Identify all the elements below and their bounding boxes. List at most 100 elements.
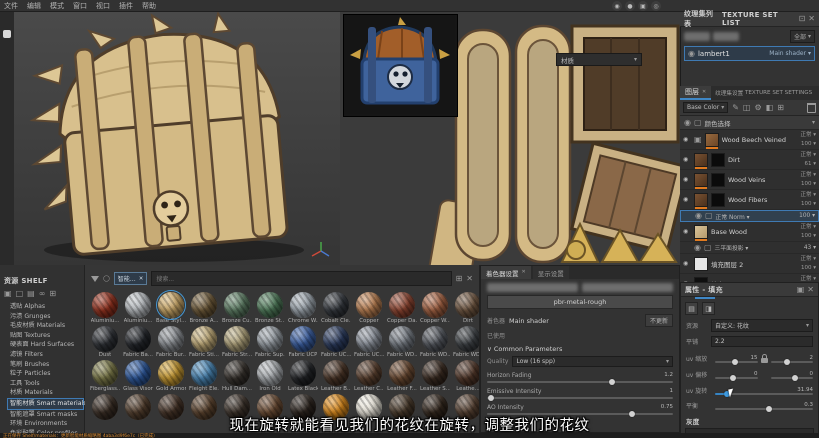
- opacity-value[interactable]: 100 ▾: [801, 233, 816, 239]
- eye-icon[interactable]: ◉: [683, 176, 691, 183]
- blurred-button[interactable]: [684, 32, 710, 41]
- video-icon[interactable]: ▣: [638, 1, 648, 11]
- uv-offset-slider-2[interactable]: [771, 377, 814, 379]
- notification-icon[interactable]: ◉: [612, 1, 622, 11]
- material-sphere[interactable]: [356, 360, 382, 386]
- material-sphere[interactable]: [422, 394, 448, 420]
- checkbox-icon[interactable]: ▢: [694, 119, 702, 127]
- material-item[interactable]: [421, 394, 449, 427]
- menu-item[interactable]: 模式: [50, 1, 64, 11]
- material-item[interactable]: [223, 394, 251, 427]
- channel-view-dropdown[interactable]: 材质 ▾: [556, 53, 642, 66]
- material-item[interactable]: [454, 394, 480, 427]
- resource-dropdown[interactable]: 自定义: 花纹 ▾: [711, 319, 813, 332]
- material-sphere[interactable]: [125, 326, 151, 352]
- layer-thumbnail[interactable]: [694, 153, 708, 167]
- material-item[interactable]: Aluminiu...: [91, 292, 119, 325]
- material-item[interactable]: [355, 394, 383, 427]
- close-icon[interactable]: ✕: [466, 275, 473, 283]
- snapshot-icon[interactable]: ◎: [651, 1, 661, 11]
- opacity-value[interactable]: 100 ▾: [801, 181, 816, 187]
- tab-layers[interactable]: 图层 ✕: [680, 86, 711, 100]
- close-icon[interactable]: ✕: [702, 90, 706, 95]
- layer-thumbnail[interactable]: [694, 225, 708, 239]
- link-icon[interactable]: ∞: [39, 289, 46, 298]
- layer-row[interactable]: ◉Wood Fibers正常 ▾100 ▾: [680, 190, 819, 210]
- sub-opacity[interactable]: 43 ▾: [804, 245, 816, 251]
- material-item[interactable]: [124, 394, 152, 427]
- shelf-category[interactable]: 环境 Environments: [10, 419, 84, 429]
- material-item[interactable]: Leather F...: [388, 360, 416, 393]
- material-sphere[interactable]: [125, 360, 151, 386]
- material-sphere[interactable]: [125, 394, 151, 420]
- layer-row[interactable]: ◉Dirt正常 ▾61 ▾: [680, 150, 819, 170]
- close-icon[interactable]: ✕: [522, 270, 526, 275]
- layer-thumbnail[interactable]: [705, 133, 719, 147]
- shelf-category[interactable]: 粒子 Particles: [10, 369, 84, 379]
- material-item[interactable]: Fabric UC...: [355, 326, 383, 359]
- material-sphere[interactable]: [323, 326, 349, 352]
- filter-funnel-icon[interactable]: [91, 276, 99, 282]
- material-item[interactable]: Aluminiu...: [124, 292, 152, 325]
- eye-icon[interactable]: ◉: [684, 119, 691, 127]
- tab-shader-settings[interactable]: 着色器设置 ✕: [481, 266, 531, 279]
- uv-scale-slider-1[interactable]: [715, 361, 758, 363]
- layer-row[interactable]: ◉Wood Veins正常 ▾100 ▾: [680, 170, 819, 190]
- layer-content-row[interactable]: ◉▢正常 Norm ▾100 ▾: [680, 210, 819, 222]
- material-sphere[interactable]: [323, 394, 349, 420]
- menu-item[interactable]: 帮助: [142, 1, 156, 11]
- material-sphere[interactable]: [389, 394, 415, 420]
- material-sphere[interactable]: [92, 292, 118, 318]
- shelf-category[interactable]: 智能材质 Smart materials: [7, 398, 84, 410]
- add-layer-icon[interactable]: ◫: [743, 104, 751, 112]
- material-item[interactable]: Fabric Sup...: [256, 326, 284, 359]
- material-sphere[interactable]: [422, 292, 448, 318]
- layer-group-row[interactable]: ◉▢颜色选择▾: [680, 116, 819, 130]
- blurred-button[interactable]: [713, 32, 739, 41]
- material-sphere[interactable]: [422, 360, 448, 386]
- material-item[interactable]: [289, 394, 317, 427]
- add-effect-icon[interactable]: ✎: [732, 104, 739, 112]
- sub-blend-mode[interactable]: 三平面投影 ▾: [715, 243, 749, 252]
- material-sphere[interactable]: [224, 360, 250, 386]
- material-item[interactable]: [256, 394, 284, 427]
- blurred-button[interactable]: [487, 283, 578, 292]
- material-sphere[interactable]: [290, 292, 316, 318]
- blurred-button[interactable]: [582, 283, 673, 292]
- layer-blend-opacity[interactable]: 正常 ▾100 ▾: [800, 131, 816, 148]
- material-sphere[interactable]: [356, 394, 382, 420]
- add-smart-material-icon[interactable]: ⚙: [754, 104, 761, 112]
- material-item[interactable]: Bronze Cu...: [223, 292, 251, 325]
- add-mask-icon[interactable]: ◧: [766, 104, 774, 112]
- uv-offset-slider-1[interactable]: [715, 377, 758, 379]
- shader-select-button[interactable]: pbr-metal-rough: [487, 295, 673, 309]
- opacity-value[interactable]: 100 ▾: [801, 141, 816, 147]
- material-item[interactable]: Chrome W...: [289, 292, 317, 325]
- trash-icon[interactable]: [807, 103, 816, 113]
- tiling-field[interactable]: 2.2: [711, 336, 813, 347]
- material-item[interactable]: Copper: [355, 292, 383, 325]
- layer-content-row[interactable]: ◉▢三平面投影 ▾43 ▾: [680, 242, 819, 254]
- sub-blend-mode[interactable]: 正常 Norm ▾: [716, 212, 750, 221]
- material-mode-icon[interactable]: ▤: [685, 302, 698, 315]
- grid-icon[interactable]: ▤: [27, 289, 35, 298]
- material-sphere[interactable]: [224, 394, 250, 420]
- material-sphere[interactable]: [92, 394, 118, 420]
- blend-mode[interactable]: 正常 ▾: [800, 152, 816, 158]
- shelf-category[interactable]: 工具 Tools: [10, 379, 84, 389]
- material-item[interactable]: Fabric WD...: [454, 326, 480, 359]
- blend-mode[interactable]: 正常 ▾: [800, 172, 816, 178]
- common-parameters-section[interactable]: ∨ Common Parameters: [481, 342, 679, 354]
- shelf-category[interactable]: 透贴 Alphas: [10, 302, 84, 312]
- material-sphere[interactable]: [224, 292, 250, 318]
- material-item[interactable]: Bronze St...: [256, 292, 284, 325]
- material-sphere[interactable]: [389, 326, 415, 352]
- material-sphere[interactable]: [191, 394, 217, 420]
- material-item[interactable]: Iron Old: [256, 360, 284, 393]
- material-item[interactable]: Fleight Ele...: [190, 360, 218, 393]
- layer-row[interactable]: ◉▣Wood Beech Veined正常 ▾100 ▾: [680, 130, 819, 150]
- material-item[interactable]: Fabric WD...: [421, 326, 449, 359]
- opacity-value[interactable]: 100 ▾: [801, 265, 816, 271]
- eye-icon[interactable]: ◉: [683, 260, 691, 267]
- material-sphere[interactable]: [257, 326, 283, 352]
